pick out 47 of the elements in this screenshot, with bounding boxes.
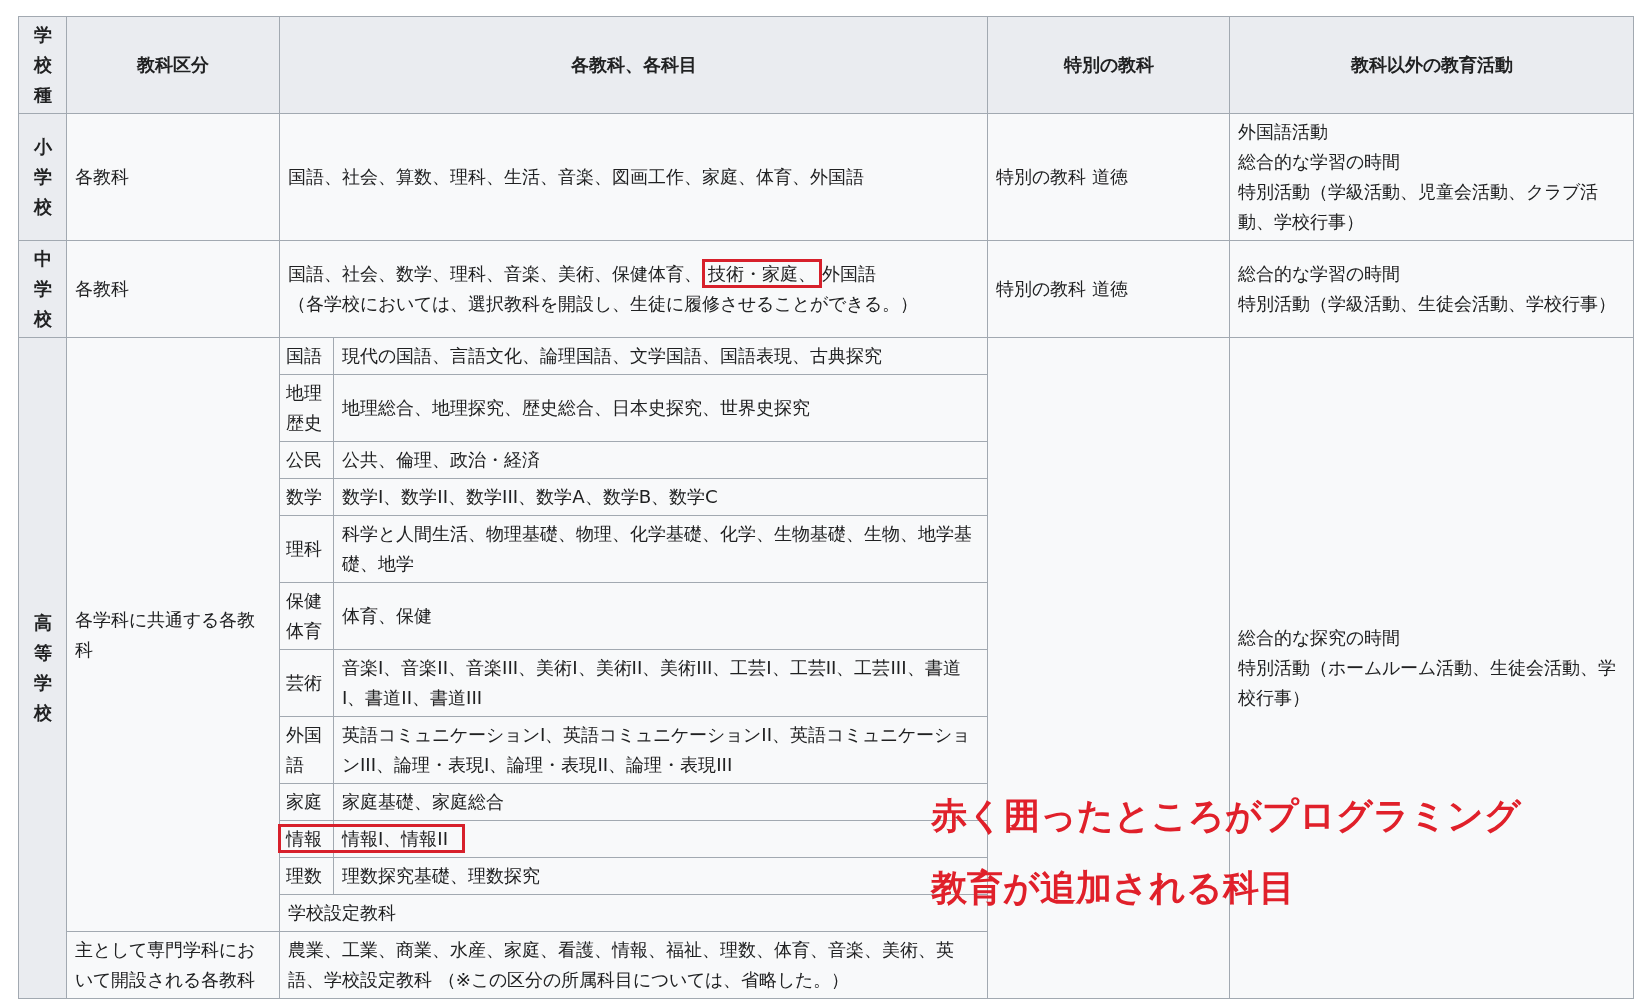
activity-text: 総合的な学習の時間 bbox=[1238, 150, 1401, 175]
table-cell: 特別の教科 道徳 bbox=[987, 113, 1230, 241]
course-list: 英語コミュニケーションI、英語コミュニケーションII、英語コミュニケーションIII、論理・表現I、論理・表現II、論理・表現III bbox=[342, 724, 971, 776]
table-cell: 各教科 bbox=[66, 113, 280, 241]
school-type-label: 高等学校 bbox=[18, 337, 67, 999]
table-cell: 理数 bbox=[279, 857, 334, 895]
table-cell: 公民 bbox=[279, 441, 334, 479]
table-cell: 理科 bbox=[279, 515, 334, 583]
subject-list: 国語、社会、算数、理科、生活、音楽、図画工作、家庭、体育、外国語 bbox=[288, 166, 864, 188]
column-header: 各教科、各科目 bbox=[279, 16, 988, 114]
annotation-text: 赤く囲ったところがプログラミング bbox=[931, 794, 1521, 838]
activity-text: 特別活動（ホームルーム活動、生徒会活動、学校行事） bbox=[1238, 656, 1617, 711]
table-cell: 各教科 bbox=[66, 240, 280, 338]
column-header: 特別の教科 bbox=[987, 16, 1230, 114]
table-cell: 保健体育 bbox=[279, 582, 334, 650]
course-list: 体育、保健 bbox=[342, 605, 432, 627]
table-cell: 特別の教科 道徳 bbox=[987, 240, 1230, 338]
table-cell: 国語 bbox=[279, 337, 334, 375]
school-type-label: 小学校 bbox=[18, 113, 67, 241]
table-cell: 農業、工業、商業、水産、家庭、看護、情報、福祉、理数、体育、音楽、美術、英語、学校設定教科 （※この区分の所属科目については、省略した。） bbox=[279, 931, 988, 999]
school-type-label: 中学校 bbox=[18, 240, 67, 338]
course-list: 家庭基礎、家庭総合 bbox=[342, 791, 504, 813]
activity-text: 外国語活動 bbox=[1238, 120, 1329, 145]
table-cell: 地理歴史 bbox=[279, 374, 334, 442]
activity-text: 総合的な学習の時間 bbox=[1238, 262, 1401, 287]
column-header: 教科以外の教育活動 bbox=[1229, 16, 1634, 114]
subject-note: （各学校においては、選択教科を開設し、生徒に履修させることができる。） bbox=[288, 293, 918, 315]
course-list: 現代の国語、言語文化、論理国語、文学国語、国語表現、古典探究 bbox=[342, 345, 882, 367]
table-cell: 家庭 bbox=[279, 783, 334, 821]
course-list: 地理総合、地理探究、歴史総合、日本史探究、世界史探究 bbox=[342, 397, 810, 419]
table-cell: 外国語 bbox=[279, 716, 334, 784]
course-list: 科学と人間生活、物理基礎、物理、化学基礎、化学、生物基礎、生物、地学基礎、地学 bbox=[342, 523, 972, 575]
course-list: 情報I、情報II bbox=[342, 828, 449, 850]
table-cell: 数学 bbox=[279, 478, 334, 516]
activity-text: 特別活動（学級活動、生徒会活動、学校行事） bbox=[1238, 292, 1617, 317]
activity-text: 総合的な探究の時間 bbox=[1238, 626, 1401, 651]
activity-text: 特別活動（学級活動、児童会活動、クラブ活動、学校行事） bbox=[1238, 180, 1599, 235]
course-list: 理数探究基礎、理数探究 bbox=[342, 865, 540, 887]
highlighted-subjects: 技術・家庭、 bbox=[702, 259, 822, 289]
table-cell: 主として専門学科において開設される各教科 bbox=[66, 931, 280, 999]
course-list: 数学I、数学II、数学III、数学A、数学B、数学C bbox=[342, 486, 718, 508]
course-list: 音楽I、音楽II、音楽III、美術I、美術II、美術III、工芸I、工芸II、工芸III、書道I、書道II、書道III bbox=[342, 657, 961, 709]
table-cell: 芸術 bbox=[279, 649, 334, 717]
course-list: 公共、倫理、政治・経済 bbox=[342, 449, 540, 471]
column-header: 学校種 bbox=[18, 16, 67, 114]
column-header: 教科区分 bbox=[66, 16, 280, 114]
table-cell: 各学科に共通する各教科 bbox=[66, 337, 280, 932]
